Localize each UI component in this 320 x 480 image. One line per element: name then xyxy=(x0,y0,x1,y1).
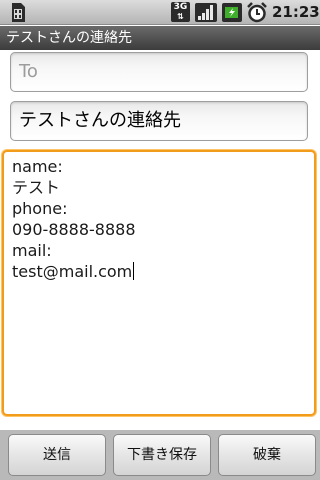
battery-charging-icon xyxy=(222,3,242,22)
body-line: phone: xyxy=(12,199,68,218)
sim-card-icon xyxy=(12,3,25,22)
signal-icon xyxy=(195,3,217,22)
body-line: 090-8888-8888 xyxy=(12,220,136,239)
message-body-field[interactable]: name: テスト phone: 090-8888-8888 mail: tes… xyxy=(2,150,316,416)
body-line: name: xyxy=(12,157,63,176)
body-line-last: test@mail.com xyxy=(12,261,306,282)
text-caret xyxy=(133,262,135,280)
compose-form: To テストさんの連絡先 name: テスト phone: 090-8888-8… xyxy=(0,50,320,430)
status-bar: 3G ⇅ 21:23 xyxy=(0,0,320,25)
body-line: mail: xyxy=(12,241,52,260)
network-badge-label: 3G xyxy=(173,2,188,12)
status-time: 21:23 xyxy=(272,3,320,21)
alarm-clock-icon xyxy=(247,2,267,23)
window-title: テストさんの連絡先 xyxy=(6,30,132,46)
title-bar: テストさんの連絡先 xyxy=(0,26,320,50)
to-field[interactable]: To xyxy=(10,52,308,92)
body-line: テスト xyxy=(12,178,61,197)
discard-button[interactable]: 破棄 xyxy=(218,434,316,476)
send-button[interactable]: 送信 xyxy=(8,434,106,476)
save-draft-button[interactable]: 下書き保存 xyxy=(113,434,211,476)
button-bar: 送信 下書き保存 破棄 xyxy=(0,430,320,480)
3g-icon: 3G ⇅ xyxy=(171,2,190,22)
body-line-text: test@mail.com xyxy=(12,262,133,281)
subject-field[interactable]: テストさんの連絡先 xyxy=(10,101,308,141)
